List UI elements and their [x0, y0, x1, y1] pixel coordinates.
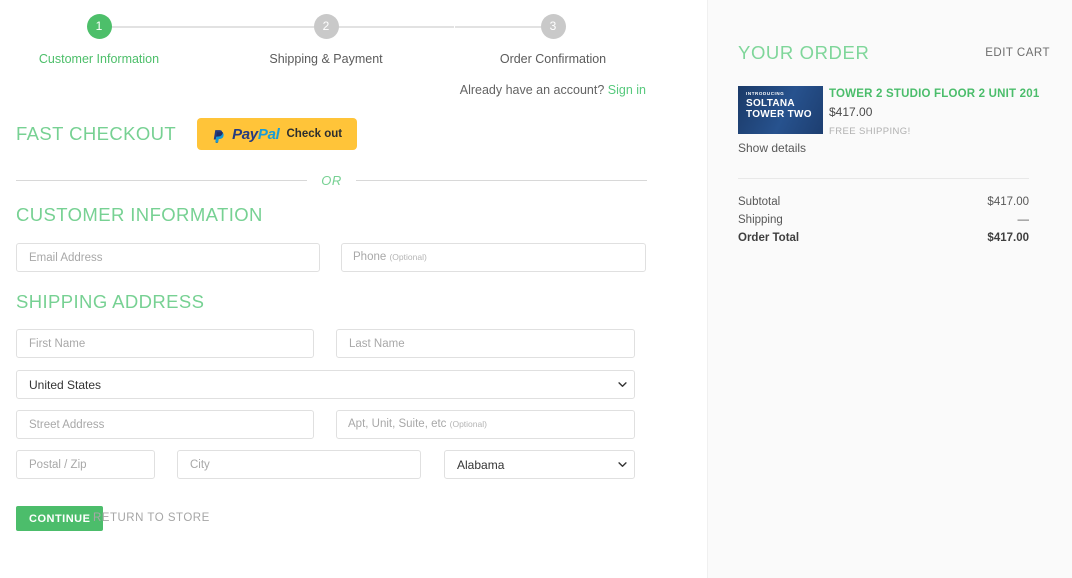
stepper-step-shipping-payment[interactable]: 2 Shipping & Payment [226, 14, 426, 66]
paypal-pay-text: Pay [232, 125, 258, 143]
stepper-bubble-3: 3 [540, 14, 566, 39]
checkout-main-column: 1 Customer Information 2 Shipping & Paym… [0, 0, 707, 578]
customer-information-heading: CUSTOMER INFORMATION [16, 204, 263, 225]
stepper-bubble-2: 2 [313, 14, 339, 39]
stepper-step-customer-information[interactable]: 1 Customer Information [0, 14, 199, 66]
stepper-step-order-confirmation[interactable]: 3 Order Confirmation [453, 14, 653, 66]
email-address-input[interactable] [16, 243, 320, 272]
subtotal-label: Subtotal [738, 196, 781, 208]
edit-cart-link[interactable]: EDIT CART [985, 47, 1050, 59]
return-to-store-link[interactable]: RETURN TO STORE [93, 506, 210, 531]
product-thumbnail-text: INTRODUCING SOLTANA TOWER TWO [746, 91, 812, 120]
fast-checkout-row: FAST CHECKOUT PayPal Check out [16, 118, 358, 150]
thumbnail-line-3: TOWER TWO [746, 109, 812, 121]
total-row-subtotal: Subtotal $417.00 [738, 196, 1029, 214]
continue-button[interactable]: CONTINUE [16, 506, 104, 531]
order-summary-header: YOUR ORDER [738, 42, 869, 64]
signin-prompt-text: Already have an account? [459, 83, 605, 97]
order-totals: Subtotal $417.00 Shipping — Order Total … [738, 196, 1029, 250]
city-input[interactable] [177, 450, 421, 479]
or-divider-line-left [16, 180, 308, 181]
total-row-order-total: Order Total $417.00 [738, 232, 1029, 250]
apt-input-wrap: Apt, Unit, Suite, etc (Optional) [336, 410, 635, 439]
paypal-wordmark: PayPal [232, 125, 280, 143]
show-details-toggle[interactable]: Show details [738, 141, 806, 155]
fast-checkout-heading: FAST CHECKOUT [16, 123, 177, 144]
subtotal-value: $417.00 [987, 196, 1029, 208]
or-divider-line-right [355, 180, 647, 181]
total-row-shipping: Shipping — [738, 214, 1029, 232]
paypal-pal-text: Pal [257, 125, 280, 143]
order-total-value: $417.00 [987, 232, 1029, 244]
order-summary-sidebar: YOUR ORDER EDIT CART INTRODUCING SOLTANA… [707, 0, 1072, 578]
paypal-action-text: Check out [286, 128, 343, 140]
order-summary-title: YOUR ORDER [738, 42, 870, 63]
sign-in-link[interactable]: Sign in [608, 83, 646, 97]
order-summary-divider [738, 178, 1029, 179]
first-name-input[interactable] [16, 329, 314, 358]
signin-prompt: Already have an account? Sign in [460, 83, 646, 97]
order-total-label: Order Total [738, 232, 800, 244]
street-address-input[interactable] [16, 410, 314, 439]
shipping-address-heading: SHIPPING ADDRESS [16, 291, 205, 312]
checkout-stepper: 1 Customer Information 2 Shipping & Paym… [0, 14, 660, 66]
product-shipping-badge: FREE SHIPPING! [829, 126, 911, 137]
stepper-label-3: Order Confirmation [499, 52, 607, 66]
or-divider: OR [16, 173, 647, 188]
shipping-value: — [1017, 214, 1030, 226]
product-price: $417.00 [829, 105, 873, 119]
product-thumbnail: INTRODUCING SOLTANA TOWER TWO [738, 86, 823, 134]
postal-zip-input[interactable] [16, 450, 155, 479]
paypal-checkout-button[interactable]: PayPal Check out [197, 118, 358, 150]
apt-unit-suite-input[interactable] [336, 410, 635, 439]
product-info: TOWER 2 STUDIO FLOOR 2 UNIT 201 $417.00 … [829, 88, 1039, 137]
country-select[interactable]: United States [16, 370, 635, 399]
state-select[interactable]: Alabama [444, 450, 635, 479]
stepper-label-2: Shipping & Payment [269, 52, 383, 66]
product-name: TOWER 2 STUDIO FLOOR 2 UNIT 201 [829, 88, 1040, 100]
or-divider-text: OR [321, 173, 342, 188]
stepper-bubble-1: 1 [86, 14, 112, 39]
checkout-page: 1 Customer Information 2 Shipping & Paym… [0, 0, 1072, 578]
stepper-label-1: Customer Information [38, 52, 160, 66]
last-name-input[interactable] [336, 329, 635, 358]
thumbnail-line-2: SOLTANA [746, 98, 795, 110]
phone-input[interactable] [341, 243, 646, 272]
phone-input-wrap: Phone (Optional) [341, 243, 646, 272]
shipping-label: Shipping [738, 214, 783, 226]
paypal-logo-icon [213, 130, 224, 143]
thumbnail-line-1: INTRODUCING [746, 91, 785, 96]
